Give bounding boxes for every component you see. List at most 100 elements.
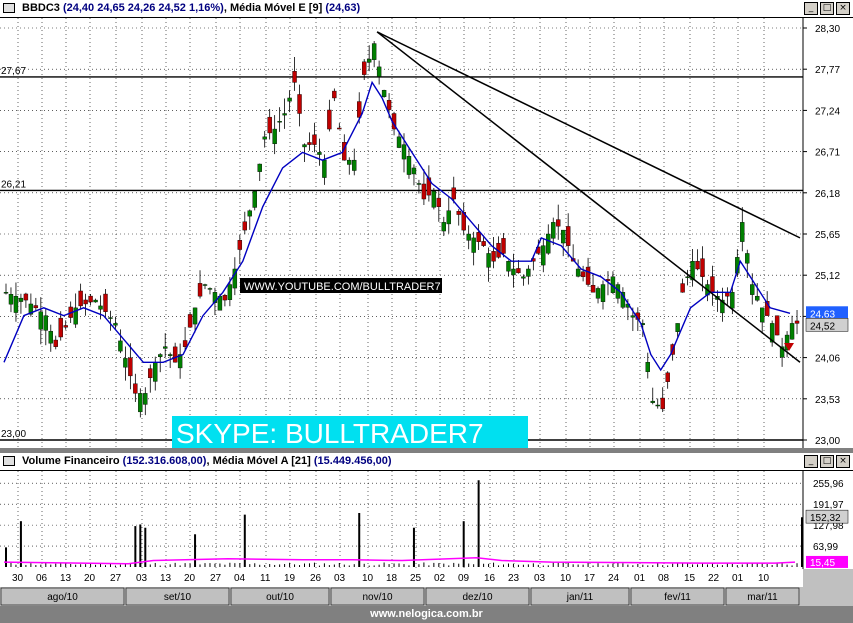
candle-body (381, 89, 387, 97)
candle-body (730, 292, 735, 309)
candle-body (685, 276, 690, 278)
month-label: jan/11 (566, 592, 594, 603)
close-button[interactable]: × (836, 2, 850, 15)
candle-body (292, 71, 297, 83)
volume-panel-title: Volume Financeiro (152.316.608,00), Médi… (22, 455, 392, 467)
candle-body (794, 320, 800, 324)
candle-body (128, 357, 133, 377)
candle-body (710, 276, 715, 293)
candle-body (337, 127, 342, 130)
day-tick-label: 10 (758, 573, 770, 584)
candle-body (406, 156, 412, 175)
candle-body (446, 210, 451, 225)
candle-body (362, 61, 367, 75)
support-line-label: 26,21 (1, 179, 26, 190)
candle-body (675, 323, 680, 332)
day-tick-label: 10 (560, 573, 572, 584)
candle-body (222, 295, 228, 301)
y-tick-label: 26,71 (815, 148, 840, 159)
candle-body (511, 268, 516, 276)
candle-body (481, 241, 486, 246)
volume-ma-line (3, 557, 796, 565)
candle-body (23, 293, 29, 301)
candle-body (774, 315, 780, 336)
y-tick-label: 27,24 (815, 106, 840, 117)
candle-body (48, 330, 53, 344)
day-tick-label: 20 (184, 573, 196, 584)
candle-body (506, 261, 511, 272)
candle-body (755, 295, 760, 301)
candle-body (421, 183, 427, 200)
candle-body (700, 258, 705, 277)
candle-body (267, 116, 272, 134)
candle-body (541, 245, 546, 266)
minimize-button[interactable]: _ (804, 455, 818, 468)
close-button[interactable]: × (836, 455, 850, 468)
candle-body (182, 340, 188, 347)
candle-body (307, 142, 312, 145)
candle-body (347, 159, 352, 165)
day-tick-label: 17 (584, 573, 596, 584)
candle-body (526, 268, 531, 277)
day-tick-label: 27 (110, 573, 122, 584)
candle-body (247, 210, 252, 217)
candle-body (630, 315, 636, 318)
y-tick-label: 26,18 (815, 189, 840, 200)
candle-body (262, 136, 267, 140)
candle-body (18, 297, 24, 302)
volume-chart[interactable]: 255,96191,97127,9863,99152,3215,45 (0, 471, 853, 569)
trendline (376, 31, 801, 363)
candle-body (556, 219, 561, 227)
day-tick-label: 15 (684, 573, 696, 584)
candle-body (277, 121, 282, 123)
candle-body (197, 283, 203, 297)
chart-window-icon (3, 3, 15, 13)
candle-body (521, 276, 526, 279)
minimize-button[interactable]: _ (804, 2, 818, 15)
candle-body (148, 368, 153, 379)
y-tick-label: 255,96 (813, 479, 844, 490)
candle-body (272, 128, 277, 145)
day-tick-label: 11 (260, 573, 271, 584)
candle-body (436, 197, 442, 207)
candle-body (501, 238, 506, 254)
youtube-watermark: WWW.YOUTUBE.COM/BULLTRADER7 (244, 281, 441, 293)
month-label: ago/10 (47, 592, 78, 603)
candle-body (357, 101, 362, 118)
maximize-button[interactable]: □ (820, 2, 834, 15)
y-tick-label: 27,77 (815, 65, 840, 76)
price-panel-title: BBDC3 (24,40 24,65 24,26 24,52 1,16%), M… (22, 2, 361, 14)
volume-ma-tag-label: 15,45 (810, 558, 835, 569)
candle-body (401, 144, 407, 160)
candle-body (327, 109, 332, 130)
candle-body (386, 100, 392, 110)
candle-body (287, 97, 292, 102)
skype-watermark: SKYPE: BULLTRADER7 (176, 418, 484, 448)
candle-body (143, 393, 148, 405)
day-tick-label: 26 (310, 573, 322, 584)
maximize-button[interactable]: □ (820, 455, 834, 468)
day-tick-label: 22 (708, 573, 720, 584)
volume-panel-titlebar: Volume Financeiro (152.316.608,00), Médi… (0, 453, 853, 471)
day-tick-label: 24 (608, 573, 620, 584)
candle-body (302, 144, 307, 148)
candle-body (103, 293, 108, 312)
candle-body (242, 221, 248, 231)
candle-body (789, 323, 795, 340)
day-tick-label: 13 (60, 573, 72, 584)
price-chart[interactable]: 28,3027,7727,2426,7126,1825,6525,1224,59… (0, 18, 853, 448)
candle-body (476, 232, 481, 242)
candle-body (551, 222, 556, 239)
day-tick-label: 30 (12, 573, 24, 584)
candle-body (680, 283, 685, 293)
candle-body (740, 222, 745, 242)
candle-body (113, 323, 118, 326)
candle-body (38, 311, 44, 330)
candle-body (192, 307, 198, 325)
candle-body (396, 136, 402, 148)
candle-body (133, 383, 138, 394)
candle-body (98, 305, 103, 310)
candle-body (78, 290, 83, 307)
candle-body (158, 354, 163, 357)
day-tick-label: 08 (658, 573, 670, 584)
